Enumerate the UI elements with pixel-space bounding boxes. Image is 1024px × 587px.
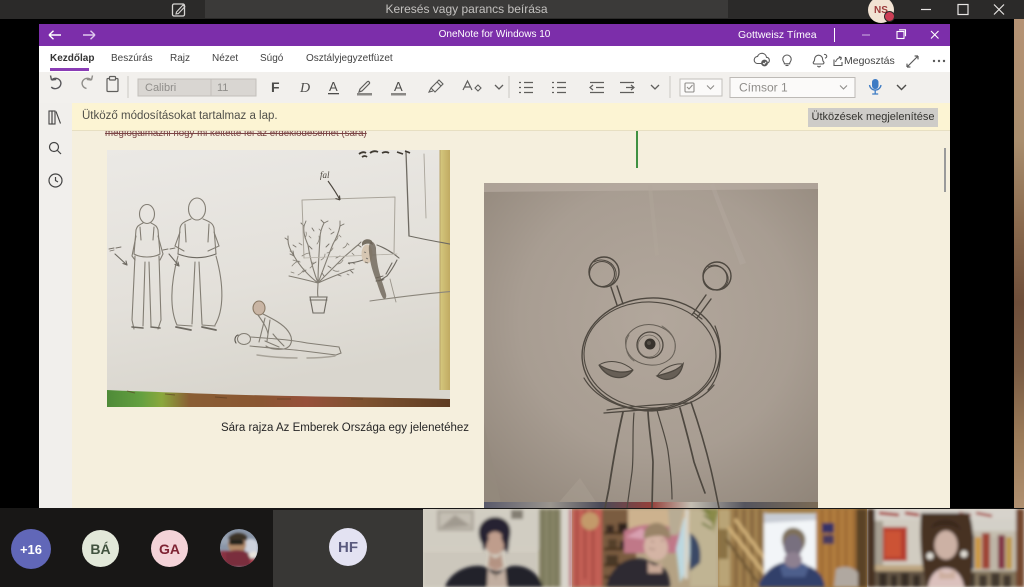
svg-text:11: 11 — [217, 82, 228, 94]
svg-text:A: A — [394, 79, 403, 94]
svg-text:A: A — [329, 79, 338, 94]
svg-text:Calibri: Calibri — [145, 82, 176, 94]
svg-text:Címsor 1: Címsor 1 — [739, 81, 788, 95]
svg-text:D: D — [299, 81, 310, 96]
svg-text:Megosztás: Megosztás — [844, 55, 895, 67]
svg-text:F: F — [271, 79, 280, 95]
svg-text:fal: fal — [320, 170, 330, 180]
